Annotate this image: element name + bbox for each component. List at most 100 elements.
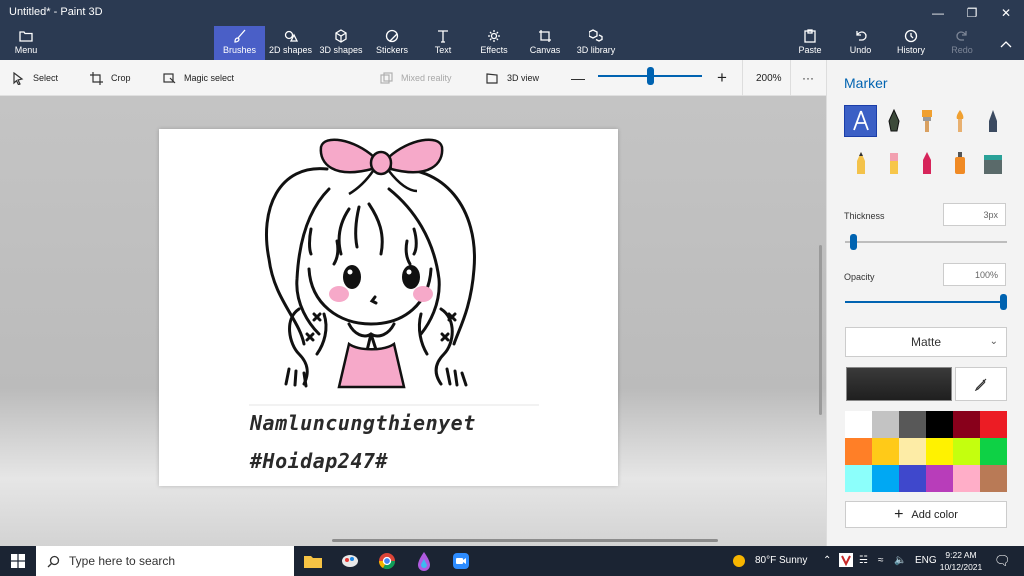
opacity-slider-thumb[interactable] [1000,294,1007,310]
crop-tool[interactable]: Crop [90,60,131,96]
tab-effects[interactable]: Effects [475,26,513,60]
color-swatch[interactable] [926,411,953,438]
color-swatch[interactable] [926,465,953,492]
wifi-icon[interactable]: ≈ [878,555,884,566]
text-icon [438,30,448,43]
tab-stickers[interactable]: Stickers [372,26,412,60]
brush-panel: Marker Thickness 3px Opacity 100% Matte … [826,60,1024,546]
tab-label: Stickers [375,45,408,55]
more-options-button[interactable]: ··· [802,60,814,96]
3d-view-button[interactable]: 3D view [486,60,539,96]
brush-calligraphy-pen[interactable] [878,106,909,136]
taskbar-search-box[interactable]: Type here to search [36,546,294,576]
file-explorer-taskbar-icon[interactable] [302,550,324,572]
color-swatch[interactable] [980,411,1007,438]
color-swatch[interactable] [953,465,980,492]
weather-text[interactable]: 80°F Sunny [755,555,807,566]
clock-date: 10/12/2021 [939,562,983,572]
spray-can-icon [954,152,965,174]
mixed-reality-button[interactable]: Mixed reality [380,60,452,96]
current-color-swatch[interactable] [846,367,952,401]
brush-crayon[interactable] [911,148,942,178]
brush-eraser[interactable] [878,148,909,178]
maximize-button[interactable]: ❐ [955,0,989,26]
vertical-scrollbar[interactable] [819,245,822,415]
eyedropper-button[interactable] [955,367,1007,401]
tab-brushes[interactable]: Brushes [214,26,265,60]
select-tool[interactable]: Select [12,60,58,96]
color-swatch[interactable] [899,438,926,465]
opacity-slider-track[interactable] [845,301,1007,303]
close-button[interactable]: ✕ [989,0,1023,26]
brush-fill[interactable] [977,148,1008,178]
start-button[interactable] [0,546,36,576]
minimize-button[interactable]: — [921,0,955,26]
undo-icon [855,31,867,41]
toolbar-divider [742,60,743,96]
add-color-button[interactable]: + Add color [845,501,1007,528]
color-swatch[interactable] [872,438,899,465]
zoom-in-button[interactable]: + [717,60,727,96]
paint3d-taskbar-icon[interactable] [413,550,435,572]
brush-pencil[interactable] [845,148,876,178]
brush-marker[interactable] [844,105,877,137]
color-swatch[interactable] [980,465,1007,492]
chrome-taskbar-icon[interactable] [376,550,398,572]
thickness-slider-track[interactable] [845,241,1007,243]
opacity-field[interactable]: 100% [943,263,1006,286]
collapse-ribbon-button[interactable] [996,26,1016,60]
color-swatch[interactable] [872,465,899,492]
tab-3d-library[interactable]: 3D library [574,26,618,60]
chevron-up-icon[interactable]: ⌃ [823,555,831,566]
zoom-taskbar-icon[interactable] [450,550,472,572]
vietkey-tray-icon[interactable] [839,553,853,570]
magic-select-label: Magic select [184,73,235,83]
horizontal-scrollbar[interactable] [332,539,718,542]
history-button[interactable]: History [896,26,926,60]
paint-taskbar-icon[interactable] [339,550,361,572]
paste-button[interactable]: Paste [797,26,823,60]
color-swatch[interactable] [845,411,872,438]
finish-dropdown[interactable]: Matte ⌄ [845,327,1007,357]
color-swatch[interactable] [845,465,872,492]
zoom-percentage[interactable]: 200% [756,60,782,96]
brush-oil[interactable] [911,106,942,136]
history-label: History [896,45,925,55]
magic-select-tool[interactable]: Magic select [163,60,234,96]
library-icon [589,29,603,42]
brush-spray-can[interactable] [944,148,975,178]
color-swatch[interactable] [980,438,1007,465]
volume-icon[interactable]: 🔈 [894,555,906,566]
language-indicator[interactable]: ENG [915,555,937,566]
network-icon[interactable]: ☵ [859,555,868,566]
color-swatch[interactable] [899,465,926,492]
tab-3d-shapes[interactable]: 3D shapes [318,26,364,60]
color-swatch[interactable] [899,411,926,438]
cube-icon [335,29,347,43]
zoom-slider-thumb[interactable] [647,67,654,85]
zoom-out-button[interactable]: — [571,60,585,96]
clock[interactable]: 9:22 AM 10/12/2021 [938,549,984,573]
notifications-icon[interactable]: 🗨 [994,553,1011,569]
cursor-icon [13,71,24,85]
menu-button[interactable]: Menu [0,26,52,60]
color-swatch[interactable] [872,411,899,438]
undo-button[interactable]: Undo [848,26,873,60]
eyedropper-icon [974,378,987,391]
thickness-slider-thumb[interactable] [849,234,857,250]
color-swatch[interactable] [845,438,872,465]
brush-watercolor[interactable] [944,106,975,136]
tab-canvas[interactable]: Canvas [526,26,564,60]
color-swatch[interactable] [953,438,980,465]
color-swatch[interactable] [926,438,953,465]
color-swatch[interactable] [953,411,980,438]
panel-title: Marker [844,75,888,91]
tab-label: Brushes [222,45,257,55]
watercolor-icon [956,110,963,132]
brush-pixel-pen[interactable] [977,106,1008,136]
thickness-field[interactable]: 3px [943,203,1006,226]
tab-text[interactable]: Text [428,26,458,60]
redo-button[interactable]: Redo [950,26,974,60]
tab-2d-shapes[interactable]: 2D shapes [268,26,313,60]
redo-icon [956,31,967,41]
